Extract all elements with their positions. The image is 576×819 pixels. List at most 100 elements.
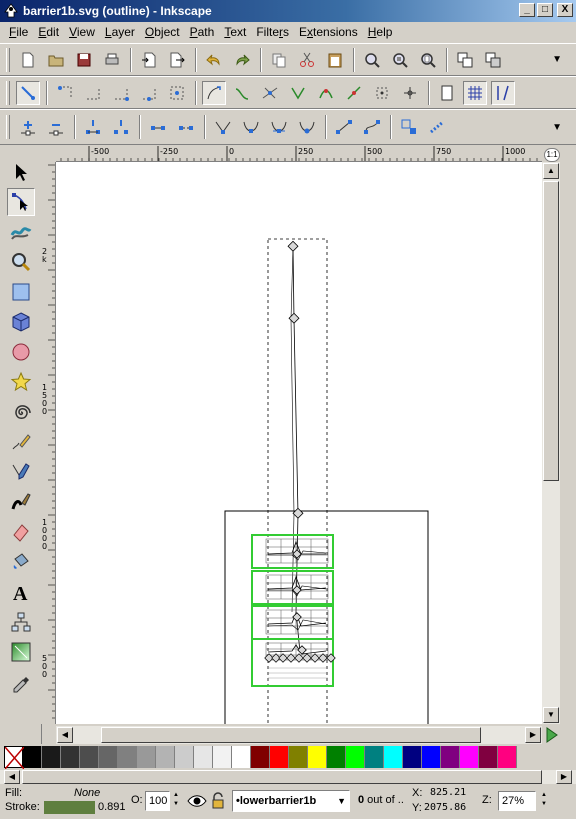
path-node[interactable] <box>288 312 300 324</box>
scroll-left-icon[interactable]: ◀ <box>57 727 73 743</box>
insert-node-icon[interactable] <box>16 115 40 139</box>
snap-nodes-icon[interactable] <box>202 80 226 105</box>
snap-grid-icon[interactable] <box>463 80 487 105</box>
snap-bbox-corner-icon[interactable] <box>109 81 133 105</box>
minimize-button[interactable]: _ <box>519 3 535 17</box>
snap-page-border-icon[interactable] <box>435 81 459 105</box>
snap-bbox-icon[interactable] <box>53 81 77 105</box>
color-swatch[interactable] <box>422 746 441 768</box>
title-bar[interactable]: barrier1b.svg (outline) - Inkscape _ □ X <box>0 0 576 22</box>
make-cusp-icon[interactable] <box>211 115 235 139</box>
snap-bbox-edge-icon[interactable] <box>81 81 105 105</box>
color-swatch[interactable] <box>99 746 118 768</box>
palette-scroll-right-icon[interactable]: ▶ <box>556 770 572 784</box>
paste-icon[interactable] <box>323 48 347 72</box>
redo-icon[interactable] <box>230 48 254 72</box>
menu-file[interactable]: File <box>4 23 33 41</box>
vertical-scroll-thumb[interactable] <box>543 181 559 481</box>
eraser-tool-icon[interactable] <box>7 518 35 546</box>
toolbar-grip[interactable] <box>6 80 10 105</box>
horizontal-ruler[interactable]: -500 -250 0 250 500 750 1000 <box>56 146 542 162</box>
color-swatch[interactable] <box>213 746 232 768</box>
path-node-row[interactable] <box>264 653 336 663</box>
make-smooth-icon[interactable] <box>239 115 263 139</box>
menu-view[interactable]: View <box>64 23 100 41</box>
enable-snapping-icon[interactable] <box>16 80 40 105</box>
calligraphy-tool-icon[interactable] <box>7 488 35 516</box>
star-tool-icon[interactable] <box>7 368 35 396</box>
menu-text[interactable]: Text <box>219 23 251 41</box>
color-swatch[interactable] <box>479 746 498 768</box>
color-swatch[interactable] <box>346 746 365 768</box>
menu-layer[interactable]: Layer <box>100 23 140 41</box>
menu-extensions[interactable]: Extensions <box>294 23 363 41</box>
open-file-icon[interactable] <box>44 48 68 72</box>
drawing-canvas[interactable] <box>56 162 542 724</box>
segment-to-line-icon[interactable] <box>332 115 356 139</box>
maximize-button[interactable]: □ <box>537 3 553 17</box>
snap-guide-icon[interactable] <box>491 80 515 105</box>
scroll-right-icon[interactable]: ▶ <box>525 727 541 743</box>
object-to-path-icon[interactable] <box>397 115 421 139</box>
clone-icon[interactable] <box>481 48 505 72</box>
toggle-visibility-icon[interactable] <box>186 792 208 810</box>
color-swatch[interactable] <box>80 746 99 768</box>
color-swatch[interactable] <box>175 746 194 768</box>
color-swatch[interactable] <box>384 746 403 768</box>
color-swatch[interactable] <box>270 746 289 768</box>
horizontal-scrollbar[interactable]: ◀ ▶ <box>56 726 542 744</box>
make-auto-smooth-icon[interactable] <box>295 115 319 139</box>
zoom-selection-icon[interactable] <box>360 48 384 72</box>
color-swatch[interactable] <box>460 746 479 768</box>
tweak-tool-icon[interactable] <box>7 218 35 246</box>
color-swatch[interactable] <box>23 746 42 768</box>
chevron-down-icon[interactable]: ▼ <box>337 791 346 811</box>
save-icon[interactable] <box>72 48 96 72</box>
snap-intersections-icon[interactable] <box>258 81 282 105</box>
spiral-tool-icon[interactable] <box>7 398 35 426</box>
stroke-swatch[interactable] <box>44 801 95 814</box>
color-swatch[interactable] <box>403 746 422 768</box>
break-path-icon[interactable] <box>109 115 133 139</box>
zoom-spinner-icon[interactable]: ▲ ▼ <box>539 791 549 811</box>
fill-value[interactable]: None <box>74 787 100 799</box>
cms-adjust-icon[interactable] <box>544 726 560 744</box>
snap-bbox-center-icon[interactable] <box>165 81 189 105</box>
text-tool-icon[interactable]: A <box>7 578 35 606</box>
toolbar-overflow-icon[interactable]: ▼ <box>552 122 562 133</box>
opacity-field[interactable]: 100 <box>145 791 170 811</box>
toolbar-overflow-icon[interactable]: ▼ <box>552 54 562 65</box>
path-nodes[interactable] <box>287 240 307 655</box>
color-swatch[interactable] <box>61 746 80 768</box>
zoom-page-icon[interactable] <box>416 48 440 72</box>
color-swatch[interactable] <box>327 746 346 768</box>
snap-paths-icon[interactable] <box>230 81 254 105</box>
palette-scrollbar[interactable]: ◀ ▶ <box>0 770 576 784</box>
menu-edit[interactable]: Edit <box>33 23 64 41</box>
lock-layer-icon[interactable] <box>210 791 226 811</box>
toolbar-grip[interactable] <box>6 115 10 139</box>
cut-icon[interactable] <box>295 48 319 72</box>
export-icon[interactable] <box>165 48 189 72</box>
color-swatch[interactable] <box>498 746 517 768</box>
rectangle-tool-icon[interactable] <box>7 278 35 306</box>
new-document-icon[interactable] <box>16 48 40 72</box>
paint-bucket-tool-icon[interactable] <box>7 548 35 576</box>
zoom-tool-icon[interactable] <box>7 248 35 276</box>
import-icon[interactable] <box>137 48 161 72</box>
color-swatch[interactable] <box>42 746 61 768</box>
duplicate-icon[interactable] <box>453 48 477 72</box>
color-swatch[interactable] <box>137 746 156 768</box>
zoom-field[interactable]: 27% <box>498 791 536 811</box>
undo-icon[interactable] <box>202 48 226 72</box>
color-swatch[interactable] <box>308 746 327 768</box>
delete-node-icon[interactable] <box>44 115 68 139</box>
vertical-ruler[interactable]: 2k 1500 1000 500 <box>40 162 56 724</box>
close-button[interactable]: X <box>557 3 573 17</box>
path-node[interactable] <box>292 612 302 622</box>
join-nodes-icon[interactable] <box>81 115 105 139</box>
snap-rotation-center-icon[interactable] <box>398 81 422 105</box>
menu-help[interactable]: Help <box>363 23 398 41</box>
path-node[interactable] <box>287 240 299 252</box>
path-node[interactable] <box>297 645 307 655</box>
